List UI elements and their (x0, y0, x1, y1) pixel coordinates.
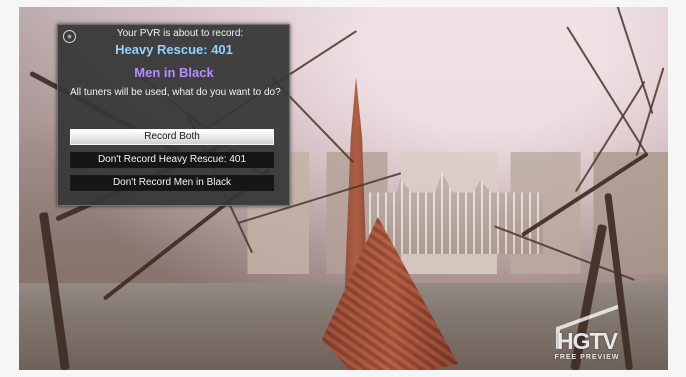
tuner-question: All tuners will be used, what do you wan… (70, 87, 281, 98)
record-both-button[interactable]: Record Both (70, 129, 274, 145)
hgtv-logo: HGTV FREE PREVIEW (549, 304, 625, 368)
recording-conflict-dialog: Your PVR is about to record: Heavy Rescu… (57, 24, 290, 206)
program-heavy-rescue: Heavy Rescue: 401 (115, 42, 233, 57)
hgtv-logo-title: HGTV (557, 328, 618, 354)
free-preview-label: FREE PREVIEW (554, 354, 620, 361)
close-icon[interactable] (63, 30, 76, 43)
record-prompt: Your PVR is about to record: (116, 28, 244, 39)
dont-record-men-in-black-button[interactable]: Don't Record Men in Black (70, 175, 274, 191)
dont-record-heavy-rescue-button[interactable]: Don't Record Heavy Rescue: 401 (70, 152, 274, 168)
program-men-in-black: Men in Black (134, 65, 214, 80)
